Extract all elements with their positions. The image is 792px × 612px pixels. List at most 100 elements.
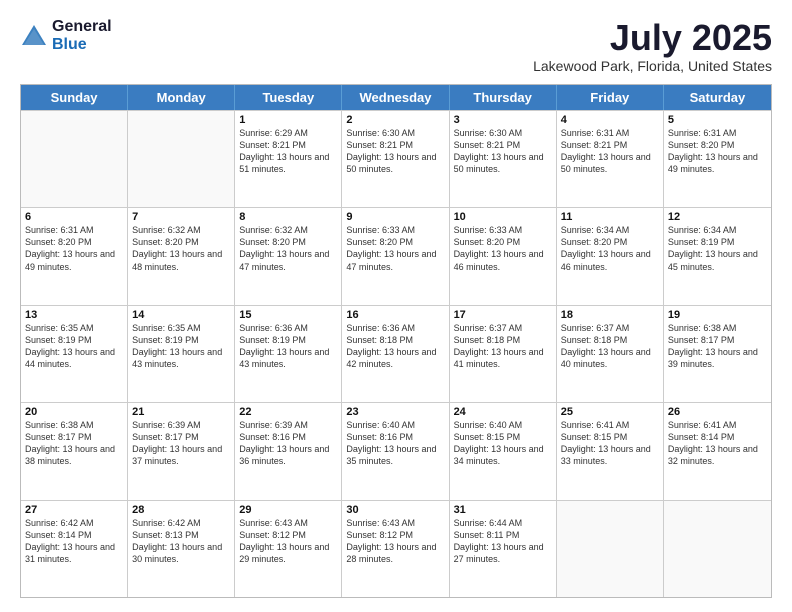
calendar-cell: 11Sunrise: 6:34 AM Sunset: 8:20 PM Dayli… [557, 208, 664, 304]
day-info: Sunrise: 6:42 AM Sunset: 8:14 PM Dayligh… [25, 517, 123, 566]
day-number: 17 [454, 309, 552, 321]
day-number: 7 [132, 211, 230, 223]
day-number: 1 [239, 114, 337, 126]
day-info: Sunrise: 6:33 AM Sunset: 8:20 PM Dayligh… [454, 224, 552, 273]
calendar-title: July 2025 [533, 18, 772, 58]
calendar-cell: 21Sunrise: 6:39 AM Sunset: 8:17 PM Dayli… [128, 403, 235, 499]
header-thursday: Thursday [450, 85, 557, 110]
day-number: 24 [454, 406, 552, 418]
day-info: Sunrise: 6:37 AM Sunset: 8:18 PM Dayligh… [561, 322, 659, 371]
day-number: 27 [25, 504, 123, 516]
calendar-cell: 28Sunrise: 6:42 AM Sunset: 8:13 PM Dayli… [128, 501, 235, 597]
day-number: 5 [668, 114, 767, 126]
calendar-cell: 25Sunrise: 6:41 AM Sunset: 8:15 PM Dayli… [557, 403, 664, 499]
calendar-cell: 1Sunrise: 6:29 AM Sunset: 8:21 PM Daylig… [235, 111, 342, 207]
calendar: SundayMondayTuesdayWednesdayThursdayFrid… [20, 84, 772, 598]
calendar-week-1: 1Sunrise: 6:29 AM Sunset: 8:21 PM Daylig… [21, 110, 771, 207]
day-info: Sunrise: 6:43 AM Sunset: 8:12 PM Dayligh… [239, 517, 337, 566]
day-info: Sunrise: 6:39 AM Sunset: 8:17 PM Dayligh… [132, 419, 230, 468]
calendar-cell: 5Sunrise: 6:31 AM Sunset: 8:20 PM Daylig… [664, 111, 771, 207]
day-number: 31 [454, 504, 552, 516]
day-info: Sunrise: 6:44 AM Sunset: 8:11 PM Dayligh… [454, 517, 552, 566]
calendar-week-2: 6Sunrise: 6:31 AM Sunset: 8:20 PM Daylig… [21, 207, 771, 304]
calendar-cell: 27Sunrise: 6:42 AM Sunset: 8:14 PM Dayli… [21, 501, 128, 597]
calendar-cell: 30Sunrise: 6:43 AM Sunset: 8:12 PM Dayli… [342, 501, 449, 597]
calendar-cell: 16Sunrise: 6:36 AM Sunset: 8:18 PM Dayli… [342, 306, 449, 402]
day-number: 26 [668, 406, 767, 418]
calendar-cell [21, 111, 128, 207]
calendar-cell [664, 501, 771, 597]
day-number: 22 [239, 406, 337, 418]
calendar-location: Lakewood Park, Florida, United States [533, 58, 772, 74]
calendar-week-3: 13Sunrise: 6:35 AM Sunset: 8:19 PM Dayli… [21, 305, 771, 402]
calendar-cell: 9Sunrise: 6:33 AM Sunset: 8:20 PM Daylig… [342, 208, 449, 304]
day-number: 23 [346, 406, 444, 418]
logo-text: General Blue [52, 18, 112, 53]
calendar-cell: 3Sunrise: 6:30 AM Sunset: 8:21 PM Daylig… [450, 111, 557, 207]
header-monday: Monday [128, 85, 235, 110]
day-number: 16 [346, 309, 444, 321]
calendar-cell: 17Sunrise: 6:37 AM Sunset: 8:18 PM Dayli… [450, 306, 557, 402]
calendar-cell: 8Sunrise: 6:32 AM Sunset: 8:20 PM Daylig… [235, 208, 342, 304]
day-info: Sunrise: 6:30 AM Sunset: 8:21 PM Dayligh… [346, 127, 444, 176]
day-info: Sunrise: 6:30 AM Sunset: 8:21 PM Dayligh… [454, 127, 552, 176]
logo-general: General [52, 18, 112, 36]
header-friday: Friday [557, 85, 664, 110]
header-sunday: Sunday [21, 85, 128, 110]
calendar-cell: 18Sunrise: 6:37 AM Sunset: 8:18 PM Dayli… [557, 306, 664, 402]
day-info: Sunrise: 6:38 AM Sunset: 8:17 PM Dayligh… [668, 322, 767, 371]
calendar-cell: 4Sunrise: 6:31 AM Sunset: 8:21 PM Daylig… [557, 111, 664, 207]
day-number: 3 [454, 114, 552, 126]
day-number: 15 [239, 309, 337, 321]
day-number: 8 [239, 211, 337, 223]
logo: General Blue [20, 18, 112, 53]
day-info: Sunrise: 6:40 AM Sunset: 8:16 PM Dayligh… [346, 419, 444, 468]
day-number: 19 [668, 309, 767, 321]
day-info: Sunrise: 6:36 AM Sunset: 8:18 PM Dayligh… [346, 322, 444, 371]
calendar-cell: 23Sunrise: 6:40 AM Sunset: 8:16 PM Dayli… [342, 403, 449, 499]
title-block: July 2025 Lakewood Park, Florida, United… [533, 18, 772, 74]
calendar-cell: 22Sunrise: 6:39 AM Sunset: 8:16 PM Dayli… [235, 403, 342, 499]
day-info: Sunrise: 6:41 AM Sunset: 8:14 PM Dayligh… [668, 419, 767, 468]
day-info: Sunrise: 6:37 AM Sunset: 8:18 PM Dayligh… [454, 322, 552, 371]
calendar-cell: 31Sunrise: 6:44 AM Sunset: 8:11 PM Dayli… [450, 501, 557, 597]
day-info: Sunrise: 6:36 AM Sunset: 8:19 PM Dayligh… [239, 322, 337, 371]
header-tuesday: Tuesday [235, 85, 342, 110]
calendar-cell: 15Sunrise: 6:36 AM Sunset: 8:19 PM Dayli… [235, 306, 342, 402]
day-info: Sunrise: 6:40 AM Sunset: 8:15 PM Dayligh… [454, 419, 552, 468]
day-info: Sunrise: 6:29 AM Sunset: 8:21 PM Dayligh… [239, 127, 337, 176]
day-info: Sunrise: 6:32 AM Sunset: 8:20 PM Dayligh… [132, 224, 230, 273]
day-number: 29 [239, 504, 337, 516]
day-number: 30 [346, 504, 444, 516]
calendar-cell: 12Sunrise: 6:34 AM Sunset: 8:19 PM Dayli… [664, 208, 771, 304]
calendar-body: 1Sunrise: 6:29 AM Sunset: 8:21 PM Daylig… [21, 110, 771, 597]
day-info: Sunrise: 6:33 AM Sunset: 8:20 PM Dayligh… [346, 224, 444, 273]
calendar-cell: 14Sunrise: 6:35 AM Sunset: 8:19 PM Dayli… [128, 306, 235, 402]
day-number: 12 [668, 211, 767, 223]
calendar-cell: 13Sunrise: 6:35 AM Sunset: 8:19 PM Dayli… [21, 306, 128, 402]
calendar-cell: 6Sunrise: 6:31 AM Sunset: 8:20 PM Daylig… [21, 208, 128, 304]
day-number: 10 [454, 211, 552, 223]
calendar-cell [557, 501, 664, 597]
day-info: Sunrise: 6:38 AM Sunset: 8:17 PM Dayligh… [25, 419, 123, 468]
day-number: 2 [346, 114, 444, 126]
logo-blue: Blue [52, 36, 112, 54]
day-info: Sunrise: 6:41 AM Sunset: 8:15 PM Dayligh… [561, 419, 659, 468]
logo-icon [20, 23, 48, 51]
calendar-cell: 19Sunrise: 6:38 AM Sunset: 8:17 PM Dayli… [664, 306, 771, 402]
calendar-cell: 26Sunrise: 6:41 AM Sunset: 8:14 PM Dayli… [664, 403, 771, 499]
day-info: Sunrise: 6:31 AM Sunset: 8:21 PM Dayligh… [561, 127, 659, 176]
calendar-week-4: 20Sunrise: 6:38 AM Sunset: 8:17 PM Dayli… [21, 402, 771, 499]
calendar-cell: 7Sunrise: 6:32 AM Sunset: 8:20 PM Daylig… [128, 208, 235, 304]
day-number: 6 [25, 211, 123, 223]
calendar-cell: 20Sunrise: 6:38 AM Sunset: 8:17 PM Dayli… [21, 403, 128, 499]
day-number: 25 [561, 406, 659, 418]
day-info: Sunrise: 6:39 AM Sunset: 8:16 PM Dayligh… [239, 419, 337, 468]
day-number: 21 [132, 406, 230, 418]
day-info: Sunrise: 6:31 AM Sunset: 8:20 PM Dayligh… [668, 127, 767, 176]
day-number: 18 [561, 309, 659, 321]
day-number: 14 [132, 309, 230, 321]
calendar-cell [128, 111, 235, 207]
calendar-header-row: SundayMondayTuesdayWednesdayThursdayFrid… [21, 85, 771, 110]
day-number: 11 [561, 211, 659, 223]
